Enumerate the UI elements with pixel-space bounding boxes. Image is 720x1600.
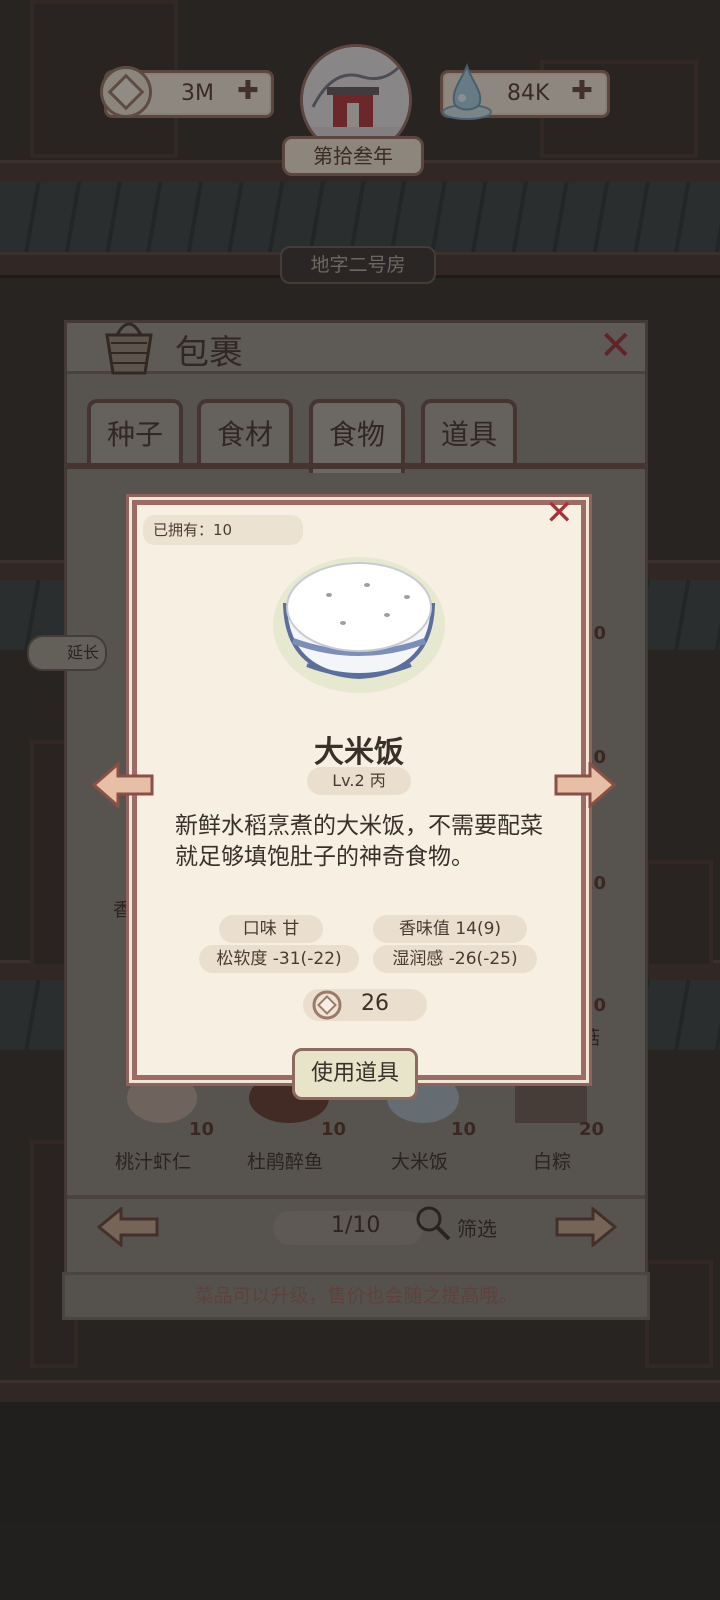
item-description: 新鲜水稻烹煮的大米饭，不需要配菜就足够填饱肚子的神奇食物。: [175, 813, 543, 870]
next-item-arrow-icon[interactable]: [552, 760, 617, 810]
coin-icon: [311, 989, 343, 1021]
item-level: Lv.2 丙: [307, 767, 411, 795]
prev-item-arrow-icon[interactable]: [91, 760, 156, 810]
stat-aroma: 香味值 14(9): [373, 915, 527, 943]
stat-softness: 松软度 -31(-22): [199, 945, 359, 973]
stat-moisture: 湿润感 -26(-25): [373, 945, 537, 973]
use-item-button[interactable]: 使用道具: [292, 1048, 418, 1100]
item-detail-card: 已拥有：10 ✕ 大米饭 Lv.2 丙 新鲜水稻烹煮的大米饭，不需要配菜就足够填…: [132, 493, 586, 1080]
detail-close-icon[interactable]: ✕: [545, 493, 574, 533]
rice-bowl-icon: [267, 545, 451, 695]
item-name-title: 大米饭: [314, 735, 404, 770]
owned-count: 已拥有：10: [143, 515, 303, 545]
item-price: 26: [361, 991, 389, 1016]
stat-taste: 口味 甘: [219, 915, 323, 943]
